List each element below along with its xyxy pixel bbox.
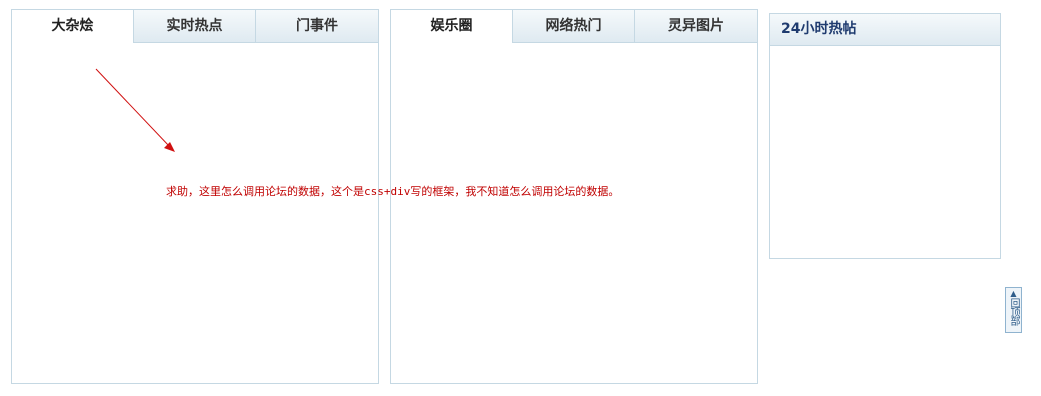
tab-realtime-hot[interactable]: 实时热点 <box>134 10 256 42</box>
back-to-top-label: 回顶部 <box>1008 298 1019 325</box>
tab-entertainment[interactable]: 娱乐圈 <box>391 10 513 43</box>
tab-supernatural-pics[interactable]: 灵异图片 <box>635 10 757 42</box>
back-to-top-button[interactable]: ▲ 回顶部 <box>1005 287 1022 333</box>
tab-gate-events[interactable]: 门事件 <box>256 10 378 42</box>
middle-tabbar: 娱乐圈 网络热门 灵异图片 <box>391 10 757 43</box>
tab-web-hot[interactable]: 网络热门 <box>513 10 635 42</box>
help-annotation-text: 求助，这里怎么调用论坛的数据，这个是css+div写的框架，我不知道怎么调用论坛… <box>166 185 620 198</box>
hot-posts-panel: 24小时热帖 <box>769 13 1001 259</box>
tab-dazahui[interactable]: 大杂烩 <box>12 10 134 43</box>
left-tabbar: 大杂烩 实时热点 门事件 <box>12 10 378 43</box>
triangle-up-icon: ▲ <box>1010 289 1017 298</box>
hot-posts-title: 24小时热帖 <box>770 14 1000 46</box>
